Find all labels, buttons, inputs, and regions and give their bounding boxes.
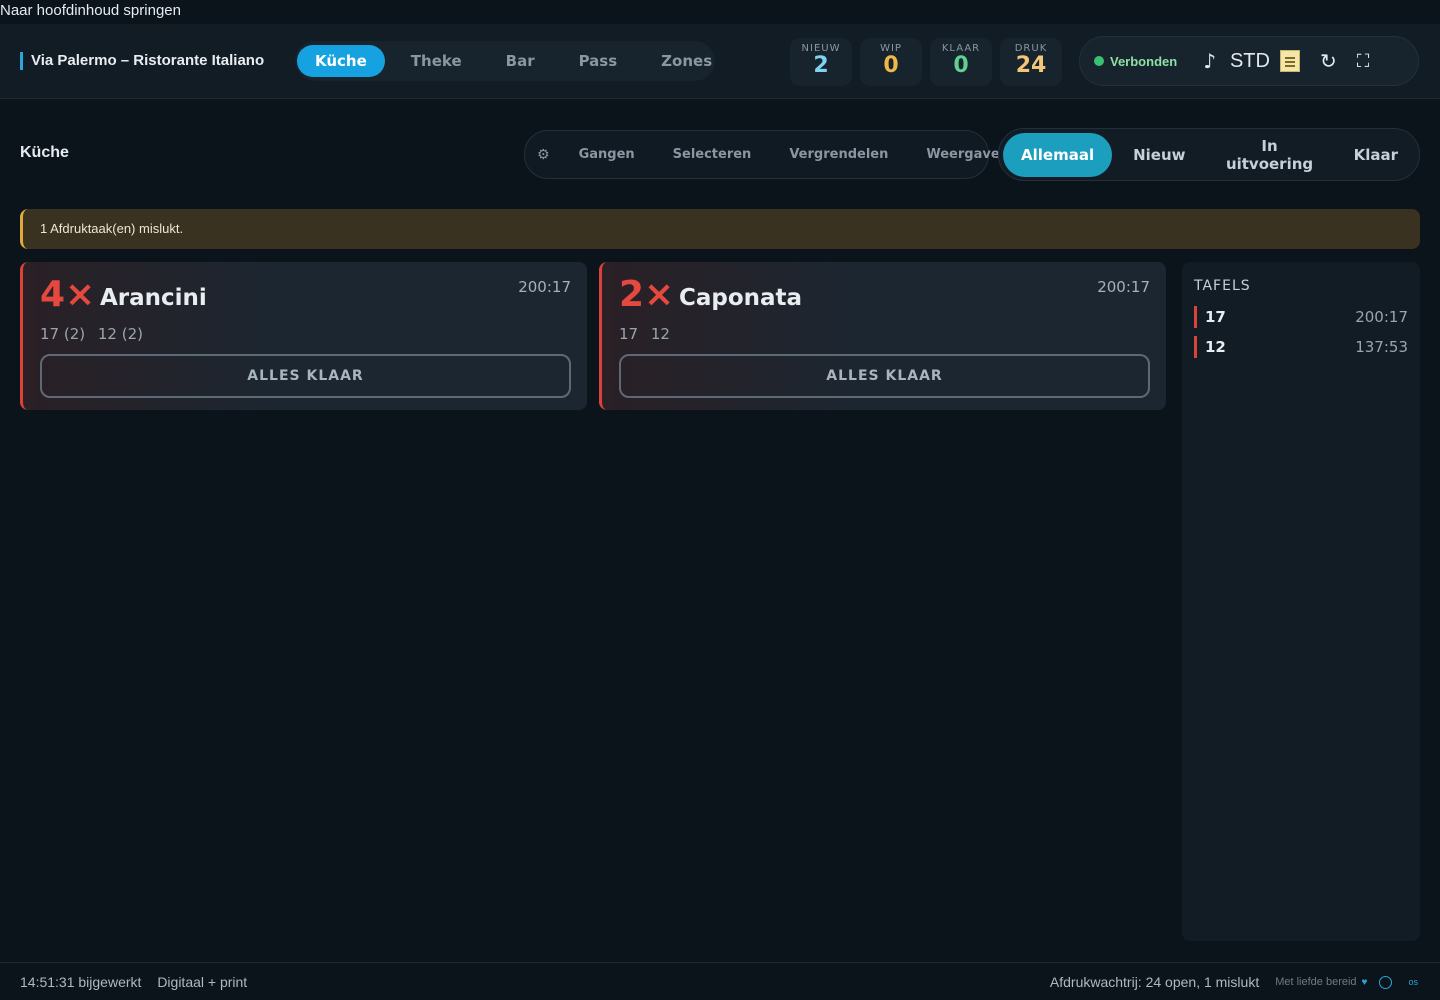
item-card-arancini[interactable]: 4× Arancini 200:17 17 (2) 12 (2) ALLES K…	[20, 262, 587, 410]
print-error-alert: 1 Afdruktaak(en) mislukt.	[20, 209, 1420, 249]
footer-left: 14:51:31 bijgewerkt Digitaal + print	[20, 974, 259, 990]
filter-in-uitvoering[interactable]: In uitvoering	[1207, 133, 1333, 177]
credit-text: Met liefde bereid	[1275, 976, 1357, 988]
all-done-button[interactable]: ALLES KLAAR	[40, 354, 571, 398]
tool-selecteren[interactable]: Selecteren	[654, 147, 771, 162]
sound-toggle-icon[interactable]: ♪	[1203, 49, 1216, 73]
table-number: 17	[1205, 308, 1226, 326]
tables-sidebar: TAFELS 17 200:17 12 137:53	[1182, 262, 1420, 941]
os-tag: os	[1408, 977, 1418, 987]
counter-wip: WIP 0	[860, 38, 922, 86]
table-timer: 137:53	[1355, 338, 1408, 356]
tab-bar[interactable]: Bar	[488, 45, 553, 77]
counter-nieuw: NIEUW 2	[790, 38, 852, 86]
gear-icon[interactable]: ⚙	[535, 147, 560, 163]
tab-theke[interactable]: Theke	[393, 45, 480, 77]
table-number: 12	[1205, 338, 1226, 356]
tab-kuche[interactable]: Küche	[297, 45, 385, 77]
mode-label[interactable]: STD	[1230, 50, 1270, 73]
counter-druk: DRUK 24	[1000, 38, 1062, 86]
view-tools: ⚙ Gangen Selecteren Vergrendelen Weergav…	[524, 130, 1000, 179]
page-title: Küche	[20, 144, 69, 161]
item-table: 17	[619, 325, 639, 343]
connection-status-label: Verbonden	[1110, 53, 1178, 69]
filter-klaar[interactable]: Klaar	[1336, 133, 1416, 177]
item-timer: 200:17	[1097, 278, 1150, 296]
item-tables: 17 (2) 12 (2)	[40, 325, 151, 343]
item-quantity: 2×	[619, 274, 675, 315]
counter-value: 0	[953, 53, 969, 78]
counter-value: 24	[1015, 53, 1047, 78]
top-bar: Via Palermo – Ristorante Italiano Küche …	[0, 24, 1440, 99]
item-table: 12	[650, 325, 670, 343]
last-updated: 14:51:31 bijgewerkt	[20, 974, 142, 990]
loading-ring-icon	[1379, 975, 1393, 989]
item-tables: 17 12	[619, 325, 678, 343]
counter-value: 2	[813, 53, 829, 78]
item-quantity: 4×	[40, 274, 96, 315]
all-done-button[interactable]: ALLES KLAAR	[619, 354, 1150, 398]
tool-gangen[interactable]: Gangen	[560, 147, 654, 162]
item-table: 17 (2)	[40, 325, 86, 343]
table-row[interactable]: 12 137:53	[1194, 336, 1408, 358]
filter-nieuw[interactable]: Nieuw	[1115, 133, 1203, 177]
sidebar-title: TAFELS	[1194, 278, 1251, 294]
item-name: Arancini	[100, 285, 207, 311]
output-mode: Digitaal + print	[157, 974, 248, 990]
table-row[interactable]: 17 200:17	[1194, 306, 1408, 328]
memo-icon[interactable]	[1279, 50, 1300, 72]
item-table: 12 (2)	[97, 325, 143, 343]
status-filter: Allemaal Nieuw In uitvoering Klaar	[998, 128, 1420, 181]
heart-icon: ♥	[1361, 976, 1368, 988]
tool-vergrendelen[interactable]: Vergrendelen	[770, 147, 907, 162]
item-timer: 200:17	[518, 278, 571, 296]
status-controls: Verbonden ♪ STD ↻ ⛶	[1079, 36, 1419, 86]
status-footer: 14:51:31 bijgewerkt Digitaal + print Afd…	[0, 962, 1440, 1000]
skip-to-content-link[interactable]: Naar hoofdinhoud springen	[0, 2, 181, 19]
refresh-icon[interactable]: ↻	[1320, 49, 1337, 73]
print-queue-status: Afdrukwachtrij: 24 open, 1 mislukt	[1049, 974, 1260, 990]
station-tabs: Küche Theke Bar Pass Zones	[295, 41, 715, 81]
counter-klaar: KLAAR 0	[930, 38, 992, 86]
order-counters: NIEUW 2 WIP 0 KLAAR 0 DRUK 24	[790, 38, 1070, 86]
footer-right: Afdrukwachtrij: 24 open, 1 mislukt Met l…	[1050, 974, 1418, 990]
tab-zones[interactable]: Zones	[643, 45, 730, 77]
item-card-caponata[interactable]: 2× Caponata 200:17 17 12 ALLES KLAAR	[599, 262, 1166, 410]
item-name: Caponata	[679, 285, 803, 311]
fullscreen-icon[interactable]: ⛶	[1357, 51, 1370, 72]
tab-pass[interactable]: Pass	[561, 45, 636, 77]
brand-name: Via Palermo – Ristorante Italiano	[20, 52, 264, 70]
table-timer: 200:17	[1355, 308, 1408, 326]
counter-value: 0	[883, 53, 899, 78]
connection-status-icon	[1094, 56, 1104, 66]
filter-allemaal[interactable]: Allemaal	[1003, 132, 1113, 177]
